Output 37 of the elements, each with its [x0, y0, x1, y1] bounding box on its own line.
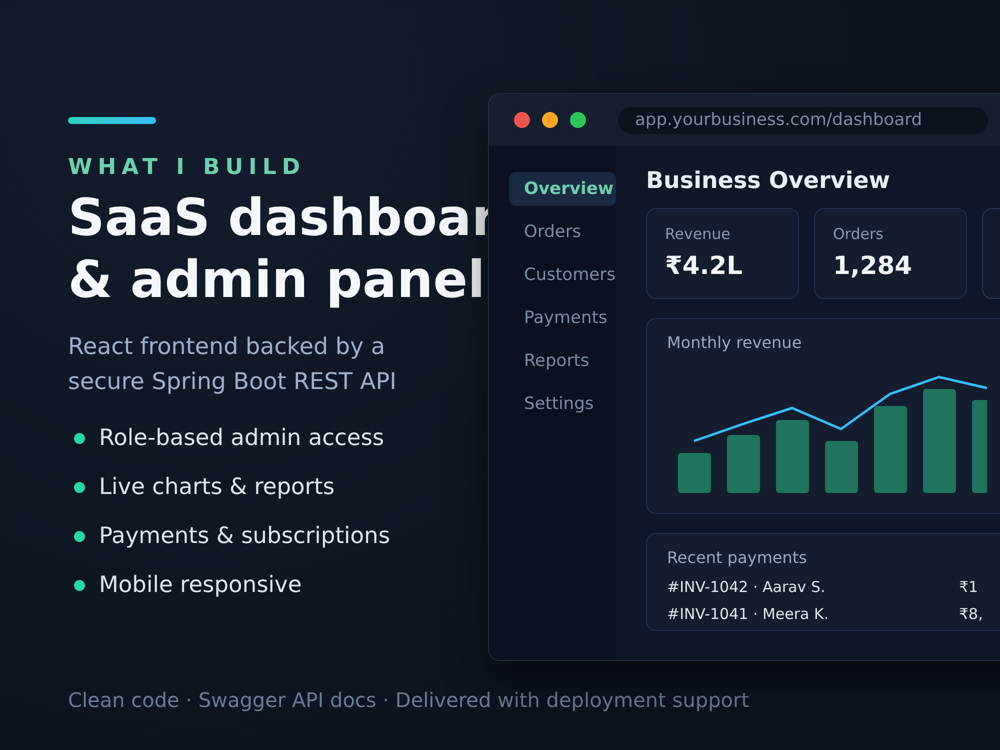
feature-text: Payments & subscriptions	[99, 522, 390, 551]
feature-text: Live charts & reports	[99, 473, 335, 502]
chart-bar	[727, 435, 760, 493]
sidebar-item[interactable]: Payments	[509, 301, 616, 335]
sidebar-item[interactable]: Customers	[509, 258, 616, 292]
chart-title: Monthly revenue	[666, 332, 803, 353]
feature-text: Mobile responsive	[99, 571, 302, 600]
sidebar-item[interactable]: Reports	[509, 344, 616, 378]
address-bar[interactable]: app.yourbusiness.com/dashboard	[618, 106, 988, 134]
invoice-text: #INV-1041 · Meera K.	[667, 604, 830, 624]
payments-title: Recent payments	[666, 547, 808, 568]
footer-text: Clean code · Swagger API docs · Delivered with deployment support	[68, 688, 750, 712]
feature-text: Role-based admin access	[99, 424, 384, 453]
stat-label: Revenue	[665, 224, 732, 244]
stat-value: 1,284	[833, 250, 914, 282]
invoice-text: #INV-1042 · Aarav S.	[667, 577, 826, 597]
sidebar-item[interactable]: Settings	[509, 387, 616, 421]
bullet-icon	[74, 530, 85, 542]
window-control-icon[interactable]	[570, 112, 586, 128]
window-control-icon[interactable]	[542, 112, 558, 128]
stat-label: Orders	[833, 224, 884, 244]
bullet-icon	[74, 580, 85, 590]
stat-value: ₹4.2L	[665, 250, 744, 282]
dashboard-title: Business Overview	[646, 167, 892, 196]
headline-line: SaaS dashboar	[68, 188, 497, 250]
subtitle-text: React frontend backed by a secure Spring Boot REST API	[68, 333, 398, 397]
bullet-icon	[74, 482, 85, 492]
window-control-icon[interactable]	[514, 112, 530, 128]
sidebar-item[interactable]: Orders	[509, 215, 616, 249]
sidebar-item[interactable]: Overview	[509, 172, 616, 206]
chart-bar	[825, 441, 858, 493]
eyebrow-text: WHAT I BUILD	[68, 154, 306, 182]
amount-text: ₹8,	[959, 604, 984, 624]
amount-text: ₹1	[959, 577, 980, 597]
chart-bar	[678, 453, 711, 493]
headline-line: & admin panel	[68, 250, 486, 312]
bullet-icon	[74, 432, 85, 444]
